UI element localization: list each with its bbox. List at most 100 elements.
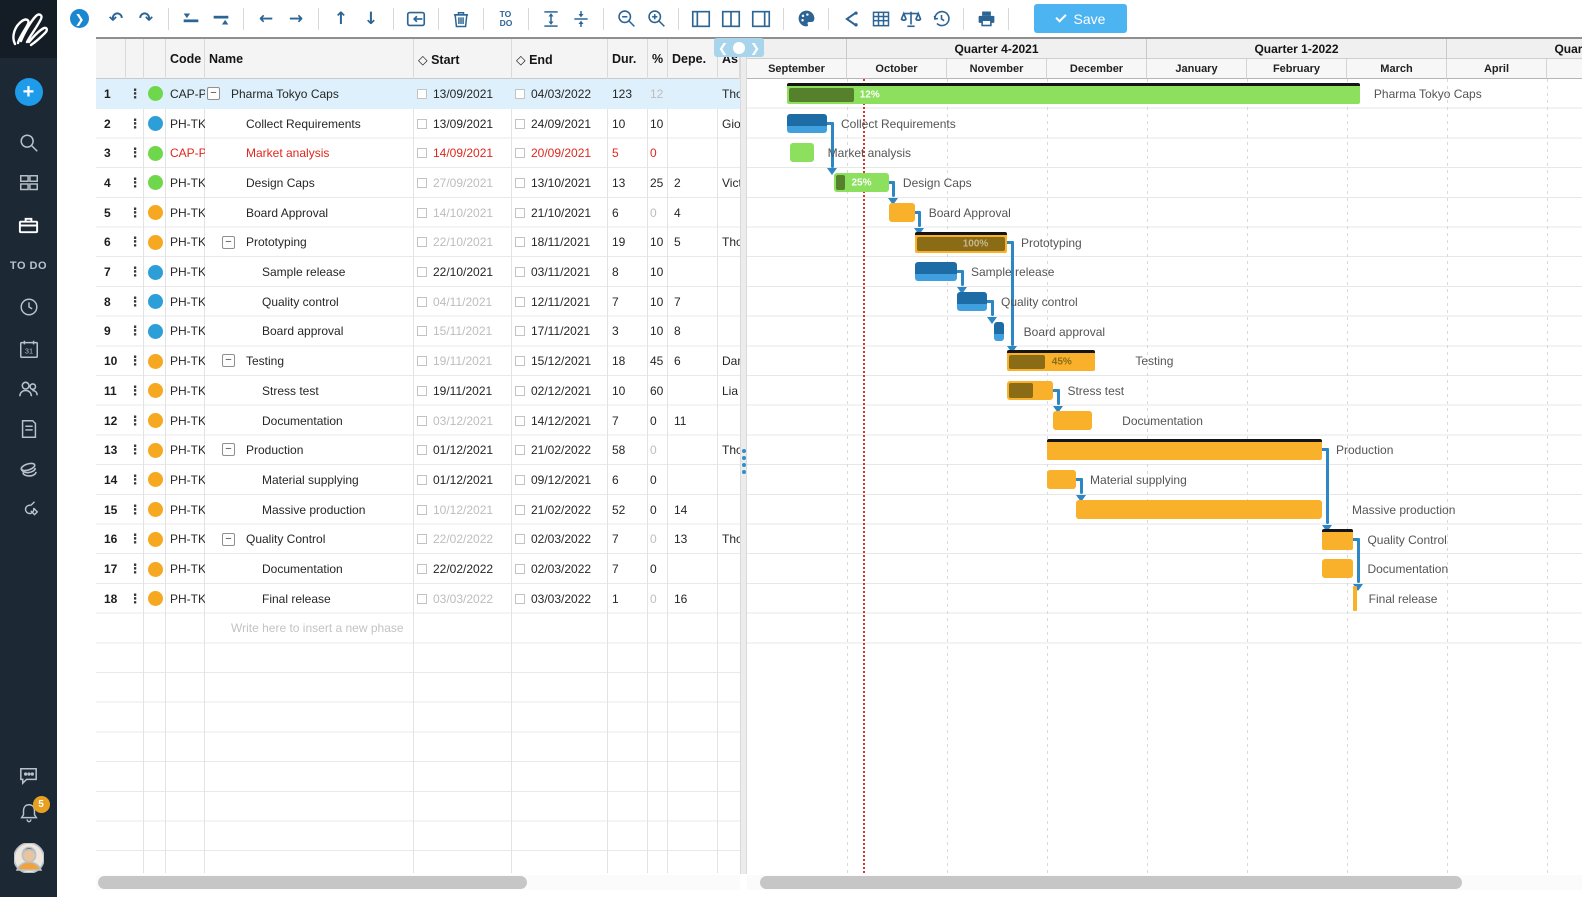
row-menu-icon[interactable]: ⋮ <box>126 554 144 584</box>
costs-icon[interactable] <box>0 452 57 488</box>
table-row[interactable]: 7⋮PH-TK-Sample release22/10/202103/11/20… <box>96 257 740 287</box>
start-milestone-checkbox[interactable] <box>417 148 427 158</box>
task-code[interactable]: PH-TK- <box>166 525 205 555</box>
task-start-date[interactable]: 01/12/2021 <box>414 435 512 465</box>
task-progress[interactable]: 0 <box>648 525 668 555</box>
task-duration[interactable]: 6 <box>608 465 648 495</box>
end-milestone-checkbox[interactable] <box>515 416 525 426</box>
start-milestone-checkbox[interactable] <box>417 505 427 515</box>
start-milestone-checkbox[interactable] <box>417 386 427 396</box>
gantt-hscrollbar-thumb[interactable] <box>760 876 1462 889</box>
task-name[interactable]: Material supplying <box>205 465 414 495</box>
task-progress[interactable]: 0 <box>648 435 668 465</box>
task-code[interactable]: PH-TK- <box>166 317 205 347</box>
dashboard-icon[interactable] <box>0 166 57 202</box>
task-code[interactable]: PH-TK- <box>166 228 205 258</box>
status-dot[interactable] <box>148 235 163 250</box>
move-down-icon[interactable]: ↓ <box>358 4 384 34</box>
gantt-bar-11[interactable] <box>1007 381 1053 400</box>
todo-button[interactable]: TO DO <box>493 4 519 34</box>
task-dependency[interactable] <box>668 435 718 465</box>
task-start-date[interactable]: 22/02/2022 <box>414 554 512 584</box>
task-dependency[interactable] <box>668 79 718 109</box>
splitter-handle-icon[interactable] <box>741 446 746 477</box>
status-dot[interactable] <box>148 294 163 309</box>
task-name[interactable]: −Pharma Tokyo Caps <box>205 79 414 109</box>
status-dot[interactable] <box>148 146 163 161</box>
task-duration[interactable]: 18 <box>608 346 648 376</box>
start-milestone-checkbox[interactable] <box>417 237 427 247</box>
start-milestone-checkbox[interactable] <box>417 178 427 188</box>
task-name[interactable]: Sample release <box>205 257 414 287</box>
task-progress[interactable]: 10 <box>648 287 668 317</box>
end-milestone-checkbox[interactable] <box>515 564 525 574</box>
status-indicator[interactable] <box>144 168 166 198</box>
task-dependency[interactable]: 11 <box>668 406 718 436</box>
task-code[interactable]: PH-TK- <box>166 109 205 139</box>
status-indicator[interactable] <box>144 376 166 406</box>
layout-grid-only-icon[interactable] <box>688 4 714 34</box>
task-progress[interactable]: 10 <box>648 228 668 258</box>
table-row[interactable]: 10⋮PH-TK-−Testing19/11/202115/12/2021184… <box>96 346 740 376</box>
task-dependency[interactable]: 7 <box>668 287 718 317</box>
task-name[interactable]: −Production <box>205 435 414 465</box>
row-menu-icon[interactable]: ⋮ <box>126 435 144 465</box>
status-dot[interactable] <box>148 562 163 577</box>
status-indicator[interactable] <box>144 525 166 555</box>
end-milestone-checkbox[interactable] <box>515 297 525 307</box>
task-code[interactable]: CAP-PH <box>166 79 205 109</box>
task-duration[interactable]: 1 <box>608 584 648 614</box>
status-indicator[interactable] <box>144 435 166 465</box>
task-duration[interactable]: 6 <box>608 198 648 228</box>
start-milestone-checkbox[interactable] <box>417 564 427 574</box>
status-dot[interactable] <box>148 324 163 339</box>
end-milestone-checkbox[interactable] <box>515 356 525 366</box>
task-dependency[interactable]: 5 <box>668 228 718 258</box>
row-menu-icon[interactable]: ⋮ <box>126 228 144 258</box>
row-menu-icon[interactable]: ⋮ <box>126 584 144 614</box>
row-menu-icon[interactable]: ⋮ <box>126 346 144 376</box>
row-menu-icon[interactable]: ⋮ <box>126 406 144 436</box>
start-milestone-checkbox[interactable] <box>417 119 427 129</box>
end-milestone-checkbox[interactable] <box>515 326 525 336</box>
table-row[interactable]: 1⋮CAP-PH−Pharma Tokyo Caps13/09/202104/0… <box>96 79 740 109</box>
tools-icon[interactable] <box>0 492 57 528</box>
timescale-handle-icon[interactable] <box>733 42 745 54</box>
task-progress[interactable]: 10 <box>648 317 668 347</box>
task-end-date[interactable]: 12/11/2021 <box>512 287 608 317</box>
table-row[interactable]: 3⋮CAP-PHMarket analysis14/09/202120/09/2… <box>96 138 740 168</box>
row-menu-icon[interactable]: ⋮ <box>126 287 144 317</box>
status-dot[interactable] <box>148 354 163 369</box>
status-indicator[interactable] <box>144 79 166 109</box>
table-row[interactable]: 12⋮PH-TK-Documentation03/12/202114/12/20… <box>96 406 740 436</box>
task-duration[interactable]: 58 <box>608 435 648 465</box>
collapse-all-icon[interactable] <box>568 4 594 34</box>
table-row[interactable]: 13⋮PH-TK-−Production01/12/202121/02/2022… <box>96 435 740 465</box>
task-end-date[interactable]: 18/11/2021 <box>512 228 608 258</box>
gantt-milestone-18[interactable] <box>1353 586 1357 611</box>
task-name[interactable]: Documentation <box>205 406 414 436</box>
status-indicator[interactable] <box>144 109 166 139</box>
task-dependency[interactable] <box>668 376 718 406</box>
table-row[interactable]: 18⋮PH-TK-Final release03/03/202203/03/20… <box>96 584 740 614</box>
task-progress[interactable]: 0 <box>648 138 668 168</box>
task-name[interactable]: Board Approval <box>205 198 414 228</box>
task-code[interactable]: PH-TK- <box>166 495 205 525</box>
table-row[interactable]: 4⋮PH-TK-Design Caps27/09/202113/10/20211… <box>96 168 740 198</box>
critical-path-icon[interactable] <box>838 4 864 34</box>
end-milestone-checkbox[interactable] <box>515 89 525 99</box>
status-dot[interactable] <box>148 265 163 280</box>
task-duration[interactable]: 13 <box>608 168 648 198</box>
task-name[interactable]: Quality control <box>205 287 414 317</box>
timesheet-icon[interactable] <box>0 289 57 325</box>
task-dependency[interactable]: 6 <box>668 346 718 376</box>
gantt-bar-7[interactable] <box>915 262 957 281</box>
end-milestone-checkbox[interactable] <box>515 267 525 277</box>
task-start-date[interactable]: 15/11/2021 <box>414 317 512 347</box>
collapse-toggle-icon[interactable]: − <box>222 443 235 456</box>
task-end-date[interactable]: 21/02/2022 <box>512 435 608 465</box>
zoom-out-icon[interactable] <box>613 4 639 34</box>
status-indicator[interactable] <box>144 465 166 495</box>
task-duration[interactable]: 5 <box>608 138 648 168</box>
task-code[interactable]: PH-TK- <box>166 287 205 317</box>
